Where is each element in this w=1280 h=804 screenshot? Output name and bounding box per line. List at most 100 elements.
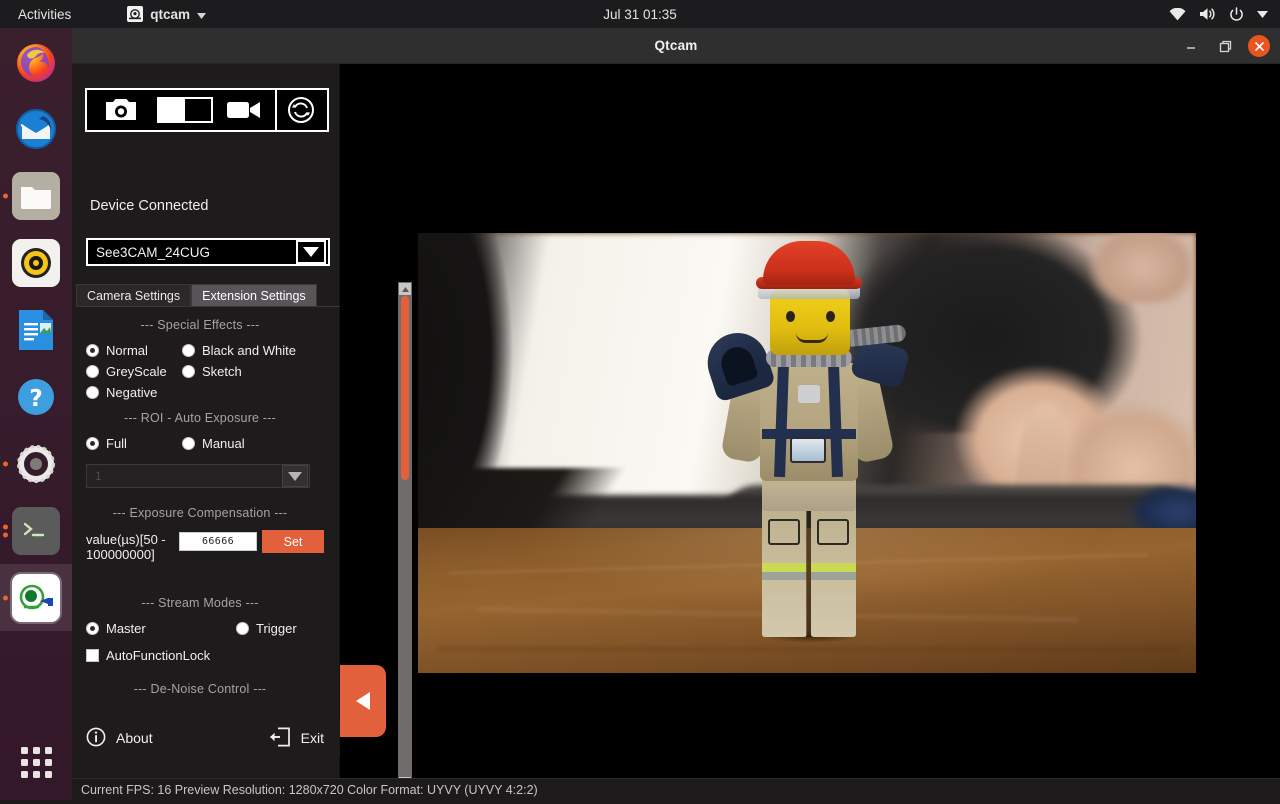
capture-mode-toggle[interactable] (157, 97, 213, 123)
section-heading-stream-modes: --- Stream Modes --- (141, 596, 259, 610)
exposure-compensation-row: value(µs)[50 - 100000000] 66666 Set (76, 528, 324, 588)
device-select[interactable]: See3CAM_24CUG (86, 238, 330, 266)
stream-modes-row: Master Trigger (76, 618, 324, 639)
close-icon[interactable] (1248, 35, 1270, 57)
still-capture-button[interactable] (87, 90, 155, 130)
wifi-icon (1169, 7, 1186, 21)
dock-item-firefox[interactable] (0, 28, 72, 95)
terminal-icon (23, 522, 45, 536)
figure-badge (798, 385, 820, 403)
preview-person-neck (1078, 233, 1196, 303)
scrollbar-thumb[interactable] (401, 296, 409, 480)
dock-item-files[interactable] (0, 162, 72, 229)
triangle-down-icon[interactable] (282, 465, 308, 487)
chevron-down-icon (1257, 10, 1268, 18)
running-indicator (3, 193, 8, 198)
radio-black-and-white[interactable]: Black and White (182, 343, 296, 358)
camera-preview[interactable] (418, 233, 1196, 673)
settings-tabs: Camera Settings Extension Settings (76, 284, 340, 306)
special-effects-row-2: GreyScale Sketch (76, 361, 324, 382)
qtcam-icon (19, 584, 53, 609)
video-capture-button[interactable] (213, 90, 275, 130)
app-menu-button[interactable]: qtcam (121, 4, 212, 24)
qtcam-window: Qtcam Device Connected See3CAM_24CUG Cam… (72, 28, 1280, 800)
figure-radio (790, 437, 826, 463)
roi-window-size-select[interactable]: 1 (86, 464, 310, 488)
radio-label: Sketch (202, 364, 242, 379)
section-heading-special-effects: --- Special Effects --- (140, 318, 260, 332)
exit-label: Exit (300, 730, 324, 746)
triangle-down-icon[interactable] (296, 240, 326, 264)
autofunctionlock-row: AutoFunctionLock (76, 639, 324, 666)
panel-scrollbar[interactable] (398, 282, 412, 790)
system-indicators[interactable] (1169, 6, 1268, 22)
minimize-icon[interactable] (1180, 35, 1202, 57)
window-titlebar: Qtcam (72, 28, 1280, 64)
about-button[interactable]: About (86, 727, 153, 750)
radio-roi-full[interactable]: Full (86, 436, 182, 451)
radio-label: Normal (106, 343, 148, 358)
gear-icon (17, 444, 55, 483)
scroll-up-icon[interactable] (399, 283, 411, 295)
exposure-field-label: value(µs)[50 - 100000000] (86, 532, 166, 562)
running-indicator (3, 524, 8, 529)
section-heading-roi-auto-exposure: --- ROI - Auto Exposure --- (124, 411, 276, 425)
checkbox-icon (86, 649, 99, 662)
exposure-value-input[interactable]: 66666 (179, 532, 257, 551)
dock-item-rhythmbox[interactable] (0, 229, 72, 296)
panel-footer: About Exit (72, 720, 340, 756)
special-effects-row-3: Negative (76, 382, 324, 403)
preview-stage (340, 64, 1280, 778)
radio-label: GreyScale (106, 364, 167, 379)
thunderbird-icon (16, 108, 56, 149)
show-applications-button[interactable] (0, 732, 72, 792)
tab-camera-settings[interactable]: Camera Settings (76, 284, 192, 306)
dock-item-help[interactable]: ? (0, 363, 72, 430)
maximize-icon[interactable] (1214, 35, 1236, 57)
radio-negative[interactable]: Negative (86, 385, 182, 400)
exit-icon (269, 727, 291, 750)
section-heading-exposure-compensation: --- Exposure Compensation --- (112, 506, 288, 520)
qtcam-icon (127, 6, 144, 22)
roi-window-size-value: 1 (95, 469, 102, 483)
app-menu-label: qtcam (150, 6, 191, 22)
radio-button-icon (86, 365, 99, 378)
gnome-top-bar: Activities qtcam Jul 31 01:35 (0, 0, 1280, 28)
activities-button[interactable]: Activities (12, 5, 77, 24)
figure-leg-stripe (762, 572, 807, 580)
section-heading-de-noise-control: --- De-Noise Control --- (133, 682, 267, 696)
roi-row: Full Manual (76, 433, 324, 454)
radio-normal[interactable]: Normal (86, 343, 182, 358)
radio-trigger[interactable]: Trigger (236, 621, 297, 636)
checkbox-autofunctionlock[interactable]: AutoFunctionLock (86, 648, 210, 663)
tab-extension-settings[interactable]: Extension Settings (191, 284, 317, 306)
exit-button[interactable]: Exit (269, 727, 324, 750)
radio-master[interactable]: Master (86, 621, 236, 636)
radio-greyscale[interactable]: GreyScale (86, 364, 182, 379)
figure-eye (786, 311, 795, 322)
dock-item-settings[interactable] (0, 430, 72, 497)
radio-button-icon (182, 365, 195, 378)
device-select-value: See3CAM_24CUG (96, 244, 211, 260)
exposure-set-button[interactable]: Set (262, 530, 324, 553)
radio-label: Full (106, 436, 127, 451)
figure-leg-stripe (811, 572, 856, 580)
dock-item-thunderbird[interactable] (0, 95, 72, 162)
about-label: About (116, 730, 153, 746)
radio-label: Black and White (202, 343, 296, 358)
dock-item-qtcam[interactable] (0, 564, 72, 631)
radio-button-icon (86, 622, 99, 635)
dock-item-terminal[interactable] (0, 497, 72, 564)
radio-sketch[interactable]: Sketch (182, 364, 242, 379)
collapse-panel-button[interactable] (340, 665, 386, 737)
capture-toolbar (85, 88, 329, 132)
figure-eye (826, 311, 835, 322)
refresh-devices-button[interactable] (275, 90, 325, 130)
special-effects-row-1: Normal Black and White (76, 340, 324, 361)
radio-roi-manual[interactable]: Manual (182, 436, 245, 451)
info-icon (86, 727, 106, 750)
dock-item-libreoffice-writer[interactable] (0, 296, 72, 363)
radio-button-icon (86, 344, 99, 357)
power-icon (1229, 6, 1244, 22)
radio-button-icon (236, 622, 249, 635)
